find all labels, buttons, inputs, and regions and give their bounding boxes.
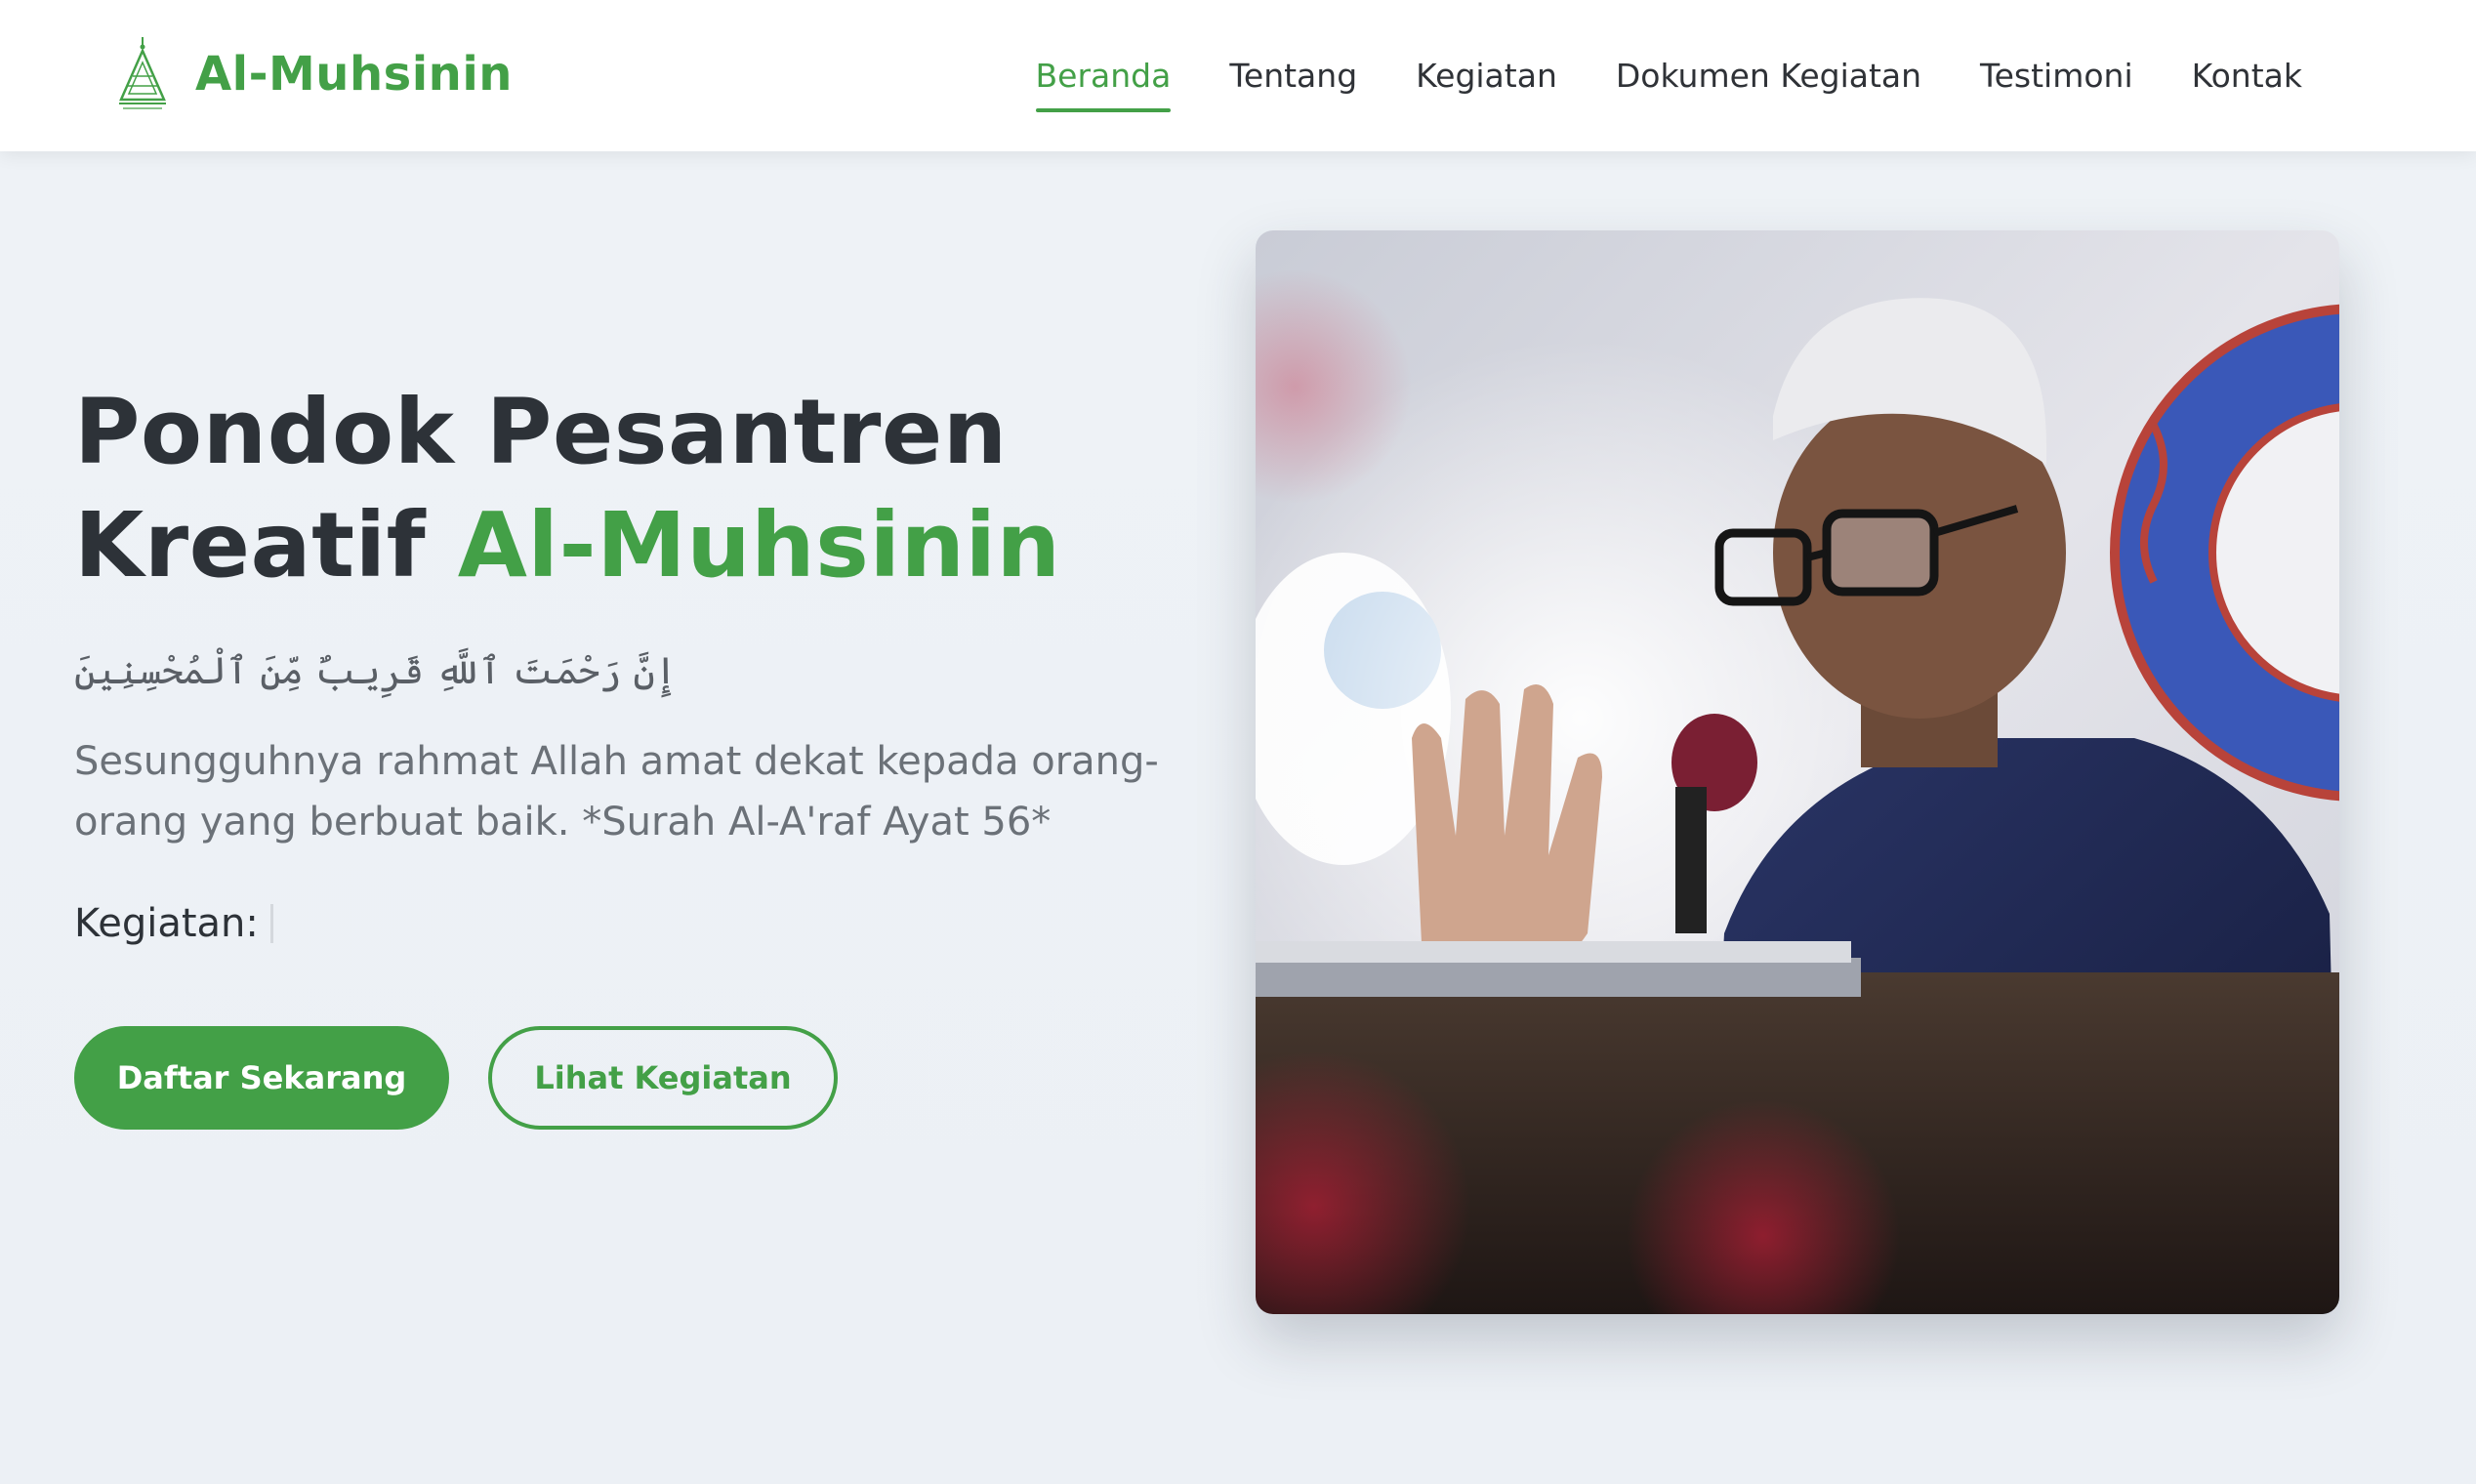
hero-title: Pondok Pesantren Kreatif Al-Muhsinin <box>74 376 1197 602</box>
nav-item-kegiatan[interactable]: Kegiatan <box>1416 45 1557 106</box>
typing-cursor <box>269 904 273 943</box>
hero-buttons: Daftar Sekarang Lihat Kegiatan <box>74 1026 1197 1130</box>
mosque-triangle-logo-icon <box>119 37 166 109</box>
nav-item-dokumen-kegiatan[interactable]: Dokumen Kegiatan <box>1616 45 1921 106</box>
hero-section: Pondok Pesantren Kreatif Al-Muhsinin إِن… <box>0 151 2476 1484</box>
main-nav: Beranda Tentang Kegiatan Dokumen Kegiata… <box>1035 0 2302 151</box>
kegiatan-label: Kegiatan: <box>74 901 259 946</box>
hero-photo <box>1256 230 2339 1314</box>
navbar: Al-Muhsinin Beranda Tentang Kegiatan Dok… <box>0 0 2476 151</box>
verse-translation: Sesungguhnya rahmat Allah amat dekat kep… <box>74 739 1159 845</box>
speaker-photo-image <box>1256 230 2339 1314</box>
nav-item-kontak[interactable]: Kontak <box>2192 45 2302 106</box>
hero-title-accent: Al-Muhsinin <box>457 493 1061 598</box>
lihat-kegiatan-button[interactable]: Lihat Kegiatan <box>488 1026 838 1130</box>
nav-item-testimoni[interactable]: Testimoni <box>1980 45 2133 106</box>
brand-link[interactable]: Al-Muhsinin <box>115 35 513 113</box>
kegiatan-typing: Kegiatan: <box>74 901 1197 946</box>
nav-item-tentang[interactable]: Tentang <box>1229 45 1357 106</box>
daftar-sekarang-button[interactable]: Daftar Sekarang <box>74 1026 449 1130</box>
nav-item-beranda[interactable]: Beranda <box>1035 45 1171 112</box>
arabic-verse: إِنَّ رَحْمَتَ ٱللَّهِ قَرِيبٌ مِّنَ ٱلْ… <box>74 649 678 692</box>
hero-content: Pondok Pesantren Kreatif Al-Muhsinin إِن… <box>74 376 1197 1130</box>
brand-name: Al-Muhsinin <box>195 47 513 102</box>
hero-title-line1: Pondok Pesantren <box>74 380 1008 484</box>
hero-title-line2-prefix: Kreatif <box>74 493 458 598</box>
